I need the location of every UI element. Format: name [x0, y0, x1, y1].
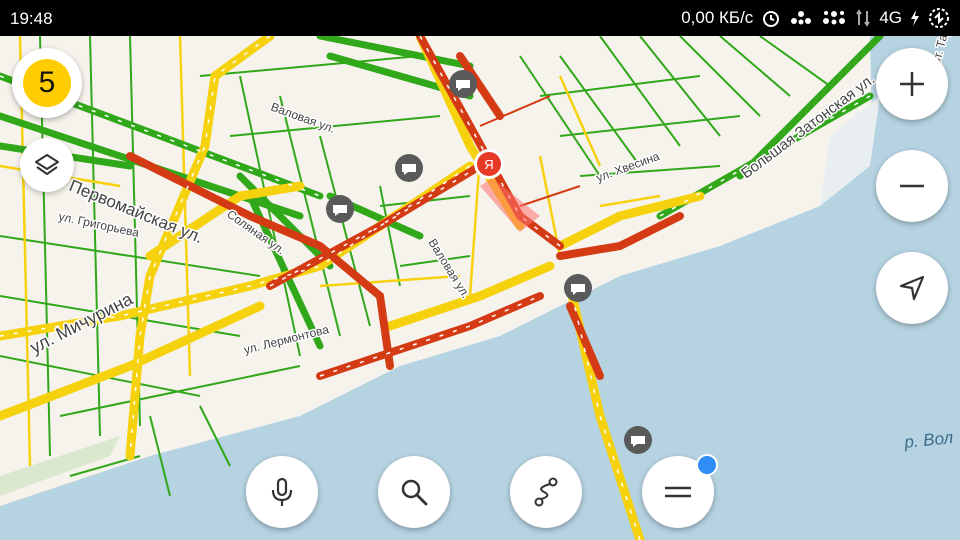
status-icons: 0,00 КБ/с 4G [681, 7, 950, 29]
comment-icon[interactable] [624, 426, 652, 454]
search-button[interactable] [378, 456, 450, 528]
search-icon [401, 479, 428, 506]
layers-icon [35, 154, 59, 175]
network-type: 4G [879, 8, 902, 27]
traffic-score: 5 [23, 59, 71, 107]
street-label: ул. Хвесина [594, 149, 661, 185]
comment-icon[interactable] [326, 195, 354, 223]
layers-button[interactable] [20, 138, 74, 192]
zoom-out-icon [900, 184, 924, 188]
locate-icon [899, 275, 925, 301]
route-icon [534, 477, 558, 507]
map-view[interactable]: Валовая ул. Первомайская ул. ул. Григорь… [0, 36, 960, 540]
zoom-in-icon [900, 72, 924, 96]
dots-icon [823, 11, 846, 25]
menu-icon [665, 486, 691, 498]
dots-icon [791, 11, 812, 25]
signal-icon [856, 9, 871, 27]
map-canvas[interactable]: Валовая ул. Первомайская ул. ул. Григорь… [0, 36, 960, 540]
pin-label: Я [484, 157, 493, 172]
comment-icon[interactable] [449, 70, 477, 98]
locate-button[interactable] [876, 252, 948, 324]
zoom-out-button[interactable] [876, 150, 948, 222]
location-pin[interactable]: Я [474, 149, 540, 232]
battery-icon [929, 8, 949, 28]
status-time: 19:48 [10, 9, 53, 28]
traffic-score-badge[interactable]: 5 [12, 48, 82, 118]
street-label: ул. Мичурина [27, 288, 137, 357]
comment-icon[interactable] [395, 154, 423, 182]
route-button[interactable] [510, 456, 582, 528]
charging-icon [911, 10, 919, 26]
voice-button[interactable] [246, 456, 318, 528]
microphone-icon [271, 477, 293, 506]
network-speed: 0,00 КБ/с [681, 8, 754, 27]
street-label: Валовая ул. [425, 236, 473, 301]
comment-icon[interactable] [564, 274, 592, 302]
zoom-in-button[interactable] [876, 48, 948, 120]
alarm-icon [763, 11, 780, 27]
notification-dot [696, 454, 718, 476]
status-bar: 19:48 0,00 КБ/с 4G [0, 0, 960, 36]
